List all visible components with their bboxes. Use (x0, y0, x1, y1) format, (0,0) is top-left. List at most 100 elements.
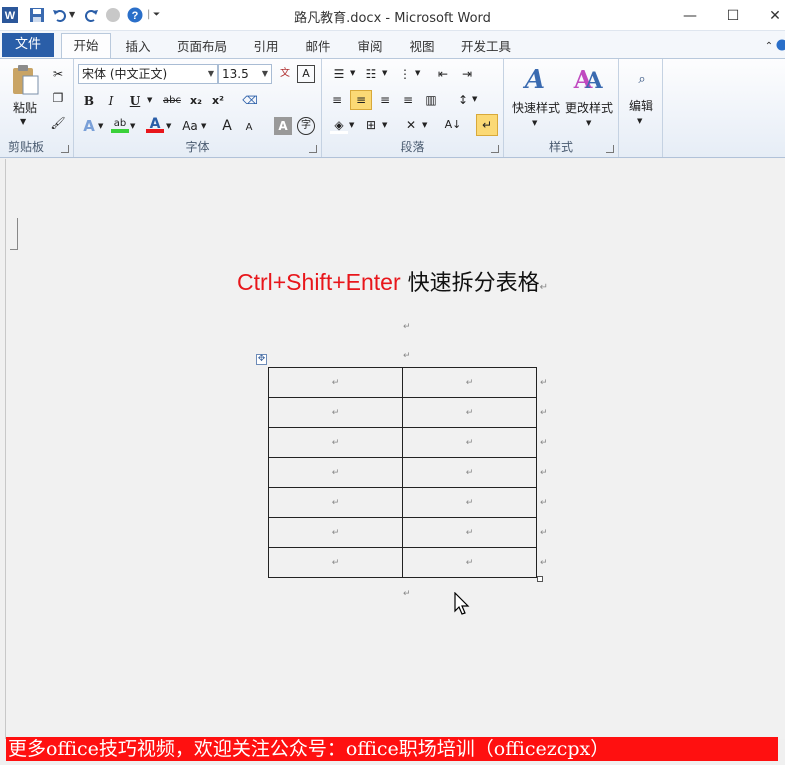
table-cell[interactable]: ↵ (402, 517, 537, 548)
align-left-icon[interactable]: ≡ (328, 91, 346, 109)
distributed-icon[interactable]: ▥ (422, 91, 440, 109)
strikethrough-button[interactable]: abc (160, 92, 184, 110)
font-color-dropdown-icon[interactable]: ▼ (166, 122, 171, 130)
document-table[interactable]: ↵ ↵ ↵ ↵ ↵ ↵ ↵ ↵ ↵ ↵ ↵ ↵ ↵ ↵ (268, 367, 537, 578)
table-cell[interactable]: ↵ (268, 487, 403, 518)
table-resize-handle[interactable] (537, 576, 543, 582)
shading-icon[interactable]: ◈ (330, 116, 348, 134)
editing-dropdown-icon[interactable]: ▼ (637, 117, 642, 125)
italic-button[interactable]: I (102, 92, 120, 110)
character-border-icon[interactable]: A (297, 65, 315, 83)
styles-launcher-icon[interactable] (606, 145, 614, 153)
row-end-mark: ↵ (540, 498, 548, 508)
font-name-combo[interactable]: 宋体 (中文正文) ▼ (78, 64, 218, 84)
table-cell[interactable]: ↵ (268, 397, 403, 428)
binoculars-icon[interactable]: ⌕ (631, 69, 653, 91)
font-size-combo[interactable]: 13.5 ▼ (218, 64, 272, 84)
tab-review[interactable]: 审阅 (350, 35, 390, 58)
bullets-dropdown-icon[interactable]: ▼ (350, 69, 355, 77)
table-cell[interactable]: ↵ (402, 427, 537, 458)
maximize-button[interactable]: ☐ (723, 6, 743, 26)
table-cell[interactable]: ↵ (268, 517, 403, 548)
paragraph-launcher-icon[interactable] (491, 145, 499, 153)
numbering-icon[interactable]: ☷ (362, 65, 380, 83)
tab-page-layout[interactable]: 页面布局 (170, 35, 234, 58)
enclose-characters-icon[interactable]: 字 (297, 117, 315, 135)
editing-button[interactable]: 编辑 (623, 97, 659, 114)
tab-insert[interactable]: 插入 (118, 35, 158, 58)
text-effects-icon[interactable]: A (80, 117, 98, 135)
font-color-icon[interactable]: A (146, 115, 164, 133)
format-painter-icon[interactable]: 🖌 (49, 114, 67, 132)
borders-dropdown-icon[interactable]: ▼ (382, 121, 387, 129)
justify-icon[interactable]: ≡ (399, 91, 417, 109)
show-hide-marks-icon[interactable]: ↵ (476, 114, 498, 136)
shading-dropdown-icon[interactable]: ▼ (349, 121, 354, 129)
change-case-dropdown-icon[interactable]: ▼ (201, 122, 206, 130)
table-cell[interactable]: ↵ (402, 397, 537, 428)
table-cell[interactable]: ↵ (402, 367, 537, 398)
highlight-dropdown-icon[interactable]: ▼ (130, 122, 135, 130)
grow-font-button[interactable]: A (218, 117, 236, 135)
align-center-icon[interactable]: ≡ (350, 90, 372, 110)
change-styles-dropdown-icon[interactable]: ▼ (586, 119, 591, 127)
paste-button[interactable]: 粘贴 (8, 99, 42, 116)
tab-mailings[interactable]: 邮件 (298, 35, 338, 58)
paste-icon[interactable] (10, 64, 40, 96)
quick-styles-button[interactable]: 快速样式 (508, 99, 564, 116)
help-icon-small[interactable] (776, 39, 785, 51)
tab-references[interactable]: 引用 (246, 35, 286, 58)
table-cell[interactable]: ↵ (268, 457, 403, 488)
align-right-icon[interactable]: ≡ (376, 91, 394, 109)
table-cell[interactable]: ↵ (268, 367, 403, 398)
borders-icon[interactable]: ⊞ (362, 116, 380, 134)
highlight-color-icon[interactable]: ab (111, 115, 129, 133)
table-cell[interactable]: ↵ (402, 547, 537, 578)
underline-dropdown-icon[interactable]: ▼ (147, 96, 152, 104)
multilevel-list-icon[interactable]: ⋮ (396, 65, 414, 83)
phonetic-guide-icon[interactable]: 文 (276, 65, 294, 83)
decrease-indent-icon[interactable]: ⇤ (434, 65, 452, 83)
asian-layout-dropdown-icon[interactable]: ▼ (422, 121, 427, 129)
underline-button[interactable]: U (126, 92, 144, 110)
bullets-icon[interactable]: ☰ (330, 65, 348, 83)
tab-file[interactable]: 文件 (2, 33, 54, 57)
mouse-pointer-icon (454, 592, 470, 615)
quick-styles-dropdown-icon[interactable]: ▼ (532, 119, 537, 127)
clear-formatting-icon[interactable]: ⌫ (241, 92, 259, 110)
sort-icon[interactable]: A↓ (444, 116, 462, 134)
subscript-button[interactable]: x₂ (187, 92, 205, 110)
table-cell[interactable]: ↵ (402, 457, 537, 488)
cut-icon[interactable]: ✂ (49, 65, 67, 83)
asian-layout-icon[interactable]: ✕ (402, 116, 420, 134)
table-cell[interactable]: ↵ (268, 547, 403, 578)
quick-styles-icon[interactable]: A (520, 63, 550, 93)
copy-icon[interactable]: ❐ (49, 89, 67, 107)
line-spacing-dropdown-icon[interactable]: ▼ (472, 95, 477, 103)
tab-view[interactable]: 视图 (402, 35, 442, 58)
collapse-ribbon-icon[interactable]: ⌃ (762, 35, 776, 58)
table-cell[interactable]: ↵ (268, 427, 403, 458)
change-styles-button[interactable]: 更改样式 (562, 99, 616, 116)
clipboard-launcher-icon[interactable] (61, 145, 69, 153)
bold-button[interactable]: B (80, 92, 98, 110)
paste-dropdown-icon[interactable]: ▼ (20, 117, 26, 126)
document-title[interactable]: Ctrl+Shift+Enter 快速拆分表格↵ (0, 265, 785, 297)
text-effects-dropdown-icon[interactable]: ▼ (98, 122, 103, 130)
increase-indent-icon[interactable]: ⇥ (458, 65, 476, 83)
tab-home[interactable]: 开始 (61, 33, 111, 59)
shrink-font-button[interactable]: A (240, 119, 258, 137)
numbering-dropdown-icon[interactable]: ▼ (382, 69, 387, 77)
multilevel-dropdown-icon[interactable]: ▼ (415, 69, 420, 77)
tab-developer[interactable]: 开发工具 (454, 35, 518, 58)
table-move-handle-icon[interactable]: ✥ (256, 354, 267, 365)
minimize-button[interactable]: — (680, 6, 700, 26)
character-shading-icon[interactable]: A (274, 117, 292, 135)
close-button[interactable]: ✕ (765, 6, 785, 26)
superscript-button[interactable]: x² (209, 92, 227, 110)
change-styles-icon[interactable]: AA (572, 63, 604, 93)
line-spacing-icon[interactable]: ↕ (454, 91, 472, 109)
font-launcher-icon[interactable] (309, 145, 317, 153)
table-cell[interactable]: ↵ (402, 487, 537, 518)
change-case-button[interactable]: Aa (178, 117, 202, 135)
